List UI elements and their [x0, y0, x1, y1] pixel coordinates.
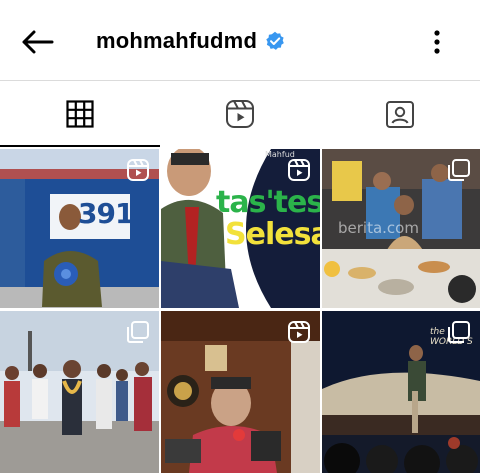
- post-thumbnail[interactable]: the WORLD S: [322, 311, 480, 473]
- reel-badge-icon: [288, 321, 310, 343]
- post-thumbnail[interactable]: tas'tes Selesai Mahfud: [161, 149, 320, 308]
- reel-badge-icon: [127, 159, 149, 181]
- corner-tag: Mahfud: [265, 150, 295, 159]
- posts-grid: 3911 tas'tes Selesai Mahfud: [0, 149, 480, 473]
- tab-posts-grid[interactable]: [0, 81, 160, 147]
- tab-reels[interactable]: [160, 81, 320, 147]
- post-thumbnail[interactable]: [161, 311, 320, 473]
- sign-text: 3911: [78, 197, 153, 230]
- tagged-icon: [386, 101, 414, 128]
- reel-badge-icon: [288, 159, 310, 181]
- carousel-badge-icon: [127, 321, 149, 343]
- caption-line-2: Selesai: [225, 217, 320, 252]
- post-thumbnail[interactable]: berita.com: [322, 149, 480, 308]
- back-arrow-icon[interactable]: [18, 26, 56, 58]
- more-options-icon[interactable]: [426, 28, 448, 56]
- verified-badge-icon: [266, 31, 284, 50]
- post-thumbnail[interactable]: [0, 311, 159, 473]
- carousel-badge-icon: [448, 321, 470, 343]
- reels-icon: [226, 100, 254, 128]
- title-wrap: mohmahfudmd: [96, 28, 285, 54]
- tab-tagged[interactable]: [320, 81, 480, 147]
- post-thumbnail[interactable]: 3911: [0, 149, 159, 308]
- caption-line-1: tas'tes: [216, 185, 320, 220]
- carousel-badge-icon: [448, 159, 470, 181]
- profile-header: mohmahfudmd: [0, 0, 480, 80]
- username-title: mohmahfudmd: [96, 28, 258, 53]
- profile-tabs: [0, 81, 480, 147]
- grid-icon: [66, 100, 94, 128]
- watermark-text: berita.com: [338, 219, 419, 237]
